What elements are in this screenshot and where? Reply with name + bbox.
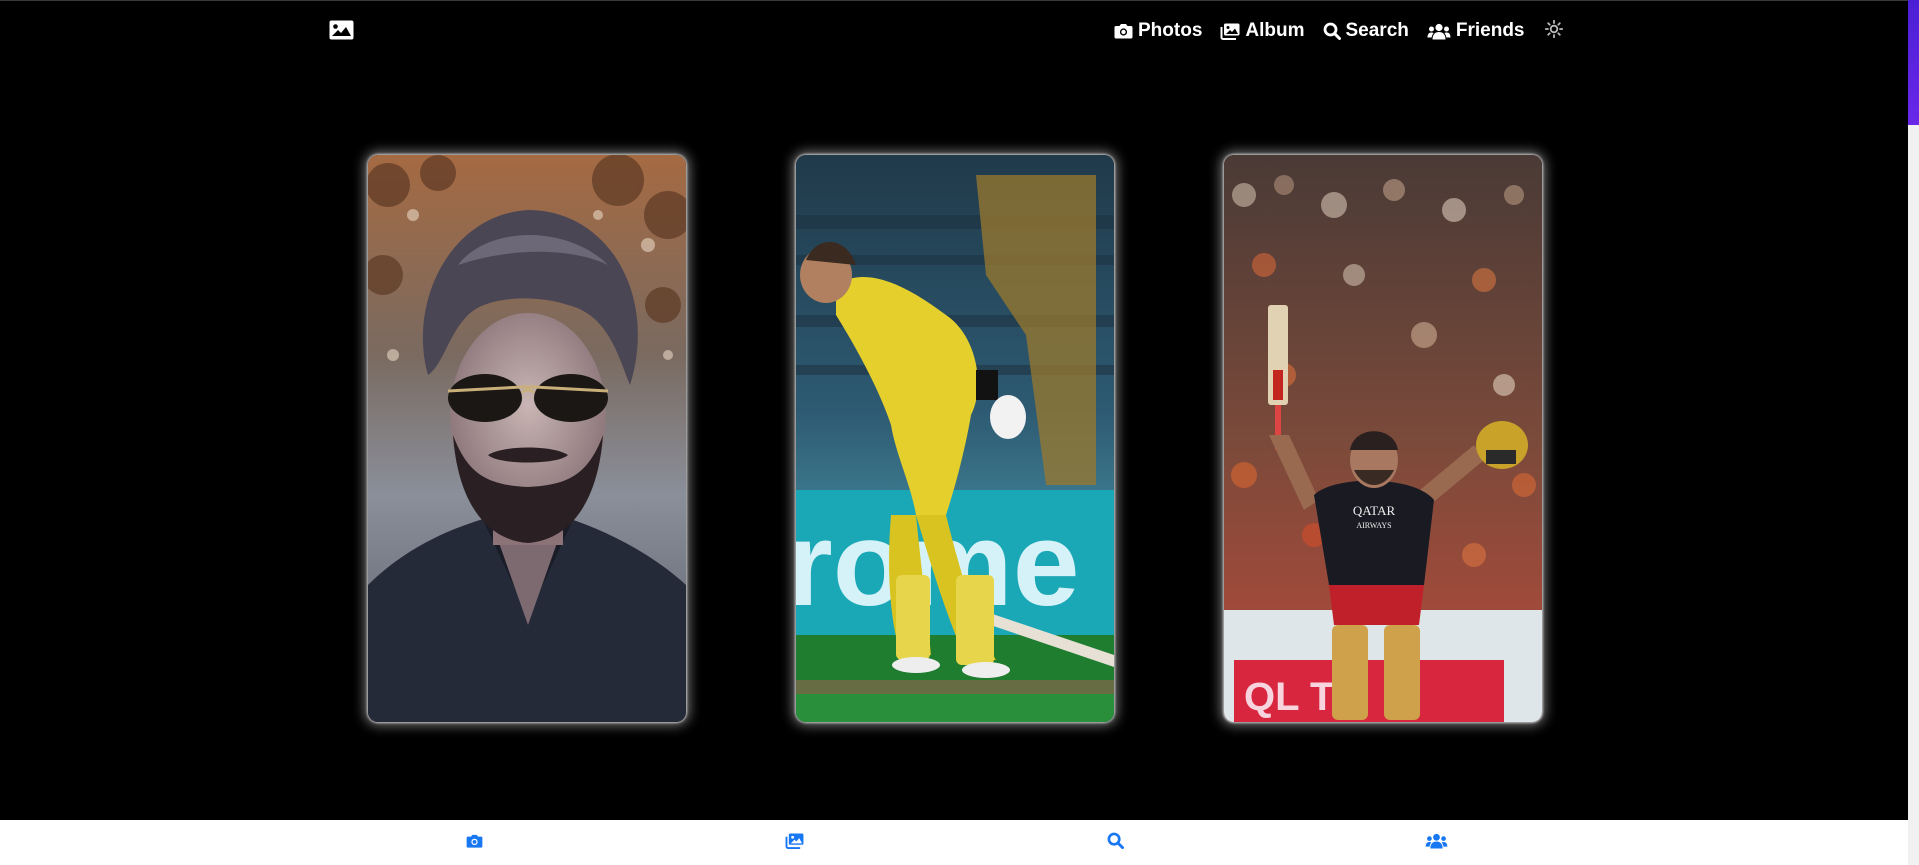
theme-toggle[interactable] [1544, 19, 1563, 43]
nav-friends-label: Friends [1455, 20, 1525, 41]
images-icon [785, 832, 804, 854]
nav-album-label: Album [1245, 20, 1305, 41]
users-icon [1427, 23, 1451, 40]
page-scrollbar[interactable] [1908, 0, 1919, 865]
photo-card[interactable]: rome [796, 155, 1114, 722]
users-icon [1425, 833, 1448, 854]
nav-search-label: Search [1345, 20, 1409, 41]
photo-gallery: rome [368, 155, 1542, 722]
portrait-photo [368, 155, 686, 722]
search-icon [1323, 22, 1341, 40]
nav-friends[interactable]: Friends [1427, 20, 1525, 42]
top-navbar: Photos Album Search Friends [0, 0, 1908, 62]
svg-text:QATAR: QATAR [1353, 503, 1396, 518]
search-icon [1107, 832, 1124, 854]
bottom-nav-album[interactable] [782, 832, 806, 854]
nav-photos[interactable]: Photos [1114, 20, 1202, 42]
nav-search[interactable]: Search [1323, 20, 1409, 42]
bottom-navbar [0, 820, 1908, 865]
sun-icon [1544, 19, 1563, 43]
main-nav: Photos Album Search Friends [1114, 0, 1563, 62]
bottom-nav-photos[interactable] [462, 833, 486, 853]
camera-icon [466, 834, 483, 853]
scrollbar-thumb[interactable] [1908, 0, 1919, 125]
camera-icon [1114, 23, 1133, 39]
images-icon [1220, 23, 1240, 40]
cricket-photo: rome [796, 155, 1114, 722]
image-icon[interactable] [329, 20, 354, 40]
svg-text:AIRWAYS: AIRWAYS [1356, 521, 1391, 530]
bottom-nav-friends[interactable] [1424, 833, 1448, 853]
nav-photos-label: Photos [1138, 20, 1203, 41]
photo-card[interactable] [368, 155, 686, 722]
photo-card[interactable]: QL TV QATAR AIRWAYS [1224, 155, 1542, 722]
nav-album[interactable]: Album [1220, 20, 1305, 42]
cricket-celebration-photo: QL TV QATAR AIRWAYS [1224, 155, 1542, 722]
app-page: Photos Album Search Friends QL TV QATAR … [0, 0, 1919, 865]
bottom-nav-search[interactable] [1103, 832, 1127, 854]
